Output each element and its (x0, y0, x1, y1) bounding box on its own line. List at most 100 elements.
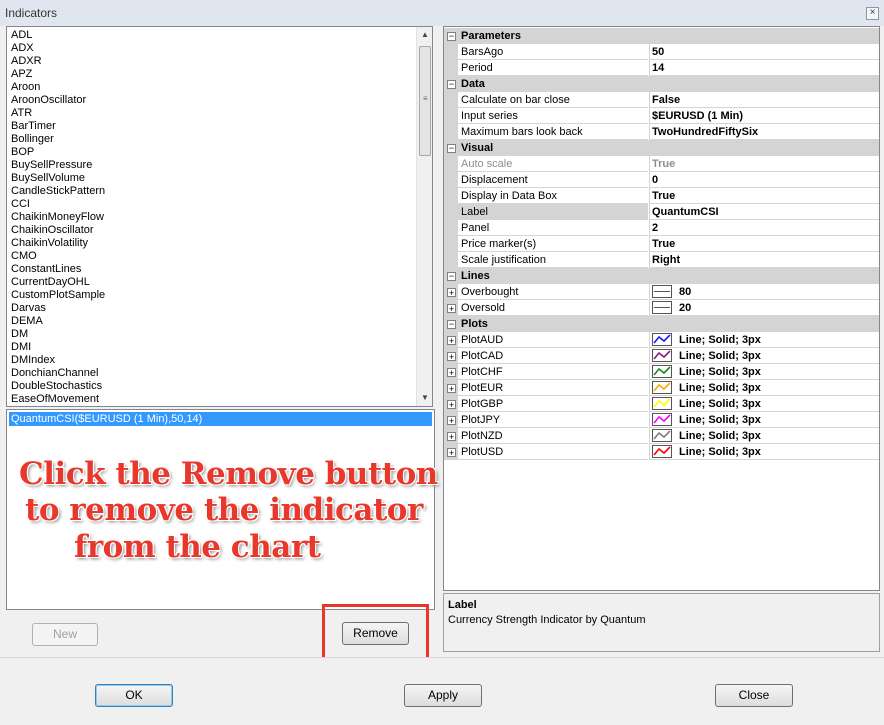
category-parameters[interactable]: − Parameters (444, 28, 879, 44)
property-row[interactable]: Auto scale True (444, 156, 879, 172)
indicator-list[interactable]: ADL ADX ADXR APZ Aroon AroonOscillator ATR BarT… (6, 26, 433, 407)
category-plots[interactable]: − Plots (444, 316, 879, 332)
property-row[interactable]: Displacement 0 (444, 172, 879, 188)
scroll-up-icon[interactable]: ▲ (420, 30, 430, 40)
indicator-list-item[interactable]: Aroon (11, 81, 40, 94)
expand-icon[interactable]: + (447, 304, 456, 314)
property-row[interactable]: + Oversold 20 (444, 300, 879, 316)
indicator-list-item[interactable]: CustomPlotSample (11, 289, 105, 302)
ok-button[interactable]: OK (95, 684, 173, 707)
property-value[interactable]: Line; Solid; 3px (649, 396, 879, 412)
property-value[interactable]: $EURUSD (1 Min) (649, 108, 879, 124)
expand-icon[interactable]: + (447, 336, 456, 346)
new-button[interactable]: New (32, 623, 98, 646)
property-value[interactable]: Right (649, 252, 879, 268)
indicator-list-item[interactable]: Darvas (11, 302, 46, 315)
scroll-thumb[interactable]: ≡ (419, 46, 431, 156)
property-value[interactable]: Line; Solid; 3px (649, 380, 879, 396)
indicator-list-scrollbar[interactable]: ▲ ≡ ▼ (416, 27, 432, 406)
property-row[interactable]: Display in Data Box True (444, 188, 879, 204)
indicator-list-item[interactable]: ChaikinOscillator (11, 224, 94, 237)
close-button[interactable]: Close (715, 684, 793, 707)
collapse-icon[interactable]: − (447, 320, 456, 329)
indicator-list-item[interactable]: ATR (11, 107, 32, 120)
property-value[interactable]: QuantumCSI (649, 204, 879, 220)
property-value[interactable]: Line; Solid; 3px (649, 332, 879, 348)
indicator-list-item[interactable]: ChaikinVolatility (11, 237, 88, 250)
expand-icon[interactable]: + (447, 416, 456, 426)
property-row[interactable]: Calculate on bar close False (444, 92, 879, 108)
property-value[interactable]: Line; Solid; 3px (649, 428, 879, 444)
close-window-button[interactable]: × (866, 7, 879, 20)
property-row[interactable]: Period 14 (444, 60, 879, 76)
property-row[interactable]: BarsAgo 50 (444, 44, 879, 60)
collapse-icon[interactable]: − (447, 32, 456, 41)
apply-button[interactable]: Apply (404, 684, 482, 707)
property-row[interactable]: Input series $EURUSD (1 Min) (444, 108, 879, 124)
indicator-list-item[interactable]: DEMA (11, 315, 43, 328)
expand-icon[interactable]: + (447, 368, 456, 378)
property-value[interactable]: 50 (649, 44, 879, 60)
indicator-list-item[interactable]: CMO (11, 250, 37, 263)
indicator-list-item[interactable]: BarTimer (11, 120, 56, 133)
indicator-list-item[interactable]: DMIndex (11, 354, 55, 367)
property-value[interactable]: Line; Solid; 3px (649, 364, 879, 380)
property-row[interactable]: Panel 2 (444, 220, 879, 236)
indicator-list-item[interactable]: DMI (11, 341, 31, 354)
indicator-list-item[interactable]: Bollinger (11, 133, 54, 146)
indicator-list-item[interactable]: ChaikinMoneyFlow (11, 211, 104, 224)
property-value[interactable]: True (649, 236, 879, 252)
indicator-list-item[interactable]: DonchianChannel (11, 367, 98, 380)
indicator-list-item[interactable]: BOP (11, 146, 34, 159)
property-row[interactable]: Scale justification Right (444, 252, 879, 268)
indicator-list-item[interactable]: DoubleStochastics (11, 380, 102, 393)
indicator-list-item[interactable]: CurrentDayOHL (11, 276, 90, 289)
collapse-icon[interactable]: − (447, 272, 456, 281)
property-row[interactable]: + PlotUSD Line; Solid; 3px (444, 444, 879, 460)
property-value[interactable]: True (649, 156, 879, 172)
indicator-list-item[interactable]: DM (11, 328, 28, 341)
indicator-list-item[interactable]: ADXR (11, 55, 42, 68)
applied-indicator-item[interactable]: QuantumCSI($EURUSD (1 Min),50,14) (9, 412, 432, 426)
category-data[interactable]: − Data (444, 76, 879, 92)
property-row[interactable]: Maximum bars look back TwoHundredFiftySix (444, 124, 879, 140)
expand-icon[interactable]: + (447, 448, 456, 458)
indicator-list-item[interactable]: AroonOscillator (11, 94, 86, 107)
property-value[interactable]: True (649, 188, 879, 204)
property-row[interactable]: + PlotAUD Line; Solid; 3px (444, 332, 879, 348)
property-value[interactable]: Line; Solid; 3px (649, 412, 879, 428)
property-row[interactable]: + PlotEUR Line; Solid; 3px (444, 380, 879, 396)
category-lines[interactable]: − Lines (444, 268, 879, 284)
indicator-list-item[interactable]: BuySellPressure (11, 159, 92, 172)
expand-icon[interactable]: + (447, 432, 456, 442)
expand-icon[interactable]: + (447, 352, 456, 362)
indicator-list-item[interactable]: ADL (11, 29, 32, 42)
expand-icon[interactable]: + (447, 400, 456, 410)
indicator-list-item[interactable]: BuySellVolume (11, 172, 85, 185)
property-row[interactable]: + PlotGBP Line; Solid; 3px (444, 396, 879, 412)
property-value[interactable]: 14 (649, 60, 879, 76)
property-grid[interactable]: − Parameters BarsAgo 50 Period 14− Data Calcula… (443, 26, 880, 591)
collapse-icon[interactable]: − (447, 80, 456, 89)
property-value[interactable]: Line; Solid; 3px (649, 444, 879, 460)
category-visual[interactable]: − Visual (444, 140, 879, 156)
property-row[interactable]: Price marker(s) True (444, 236, 879, 252)
property-row[interactable]: + PlotCAD Line; Solid; 3px (444, 348, 879, 364)
property-value[interactable]: 2 (649, 220, 879, 236)
property-value[interactable]: 20 (649, 300, 879, 316)
scroll-down-icon[interactable]: ▼ (420, 393, 430, 403)
indicator-list-item[interactable]: CCI (11, 198, 30, 211)
expand-icon[interactable]: + (447, 288, 456, 298)
indicator-list-item[interactable]: APZ (11, 68, 32, 81)
property-row[interactable]: + PlotJPY Line; Solid; 3px (444, 412, 879, 428)
property-row[interactable]: + Overbought 80 (444, 284, 879, 300)
property-value[interactable]: Line; Solid; 3px (649, 348, 879, 364)
property-row[interactable]: + PlotNZD Line; Solid; 3px (444, 428, 879, 444)
indicator-list-item[interactable]: EaseOfMovement (11, 393, 99, 406)
collapse-icon[interactable]: − (447, 144, 456, 153)
property-row[interactable]: + PlotCHF Line; Solid; 3px (444, 364, 879, 380)
expand-icon[interactable]: + (447, 384, 456, 394)
indicator-list-item[interactable]: ADX (11, 42, 34, 55)
property-value[interactable]: False (649, 92, 879, 108)
property-value[interactable]: 0 (649, 172, 879, 188)
